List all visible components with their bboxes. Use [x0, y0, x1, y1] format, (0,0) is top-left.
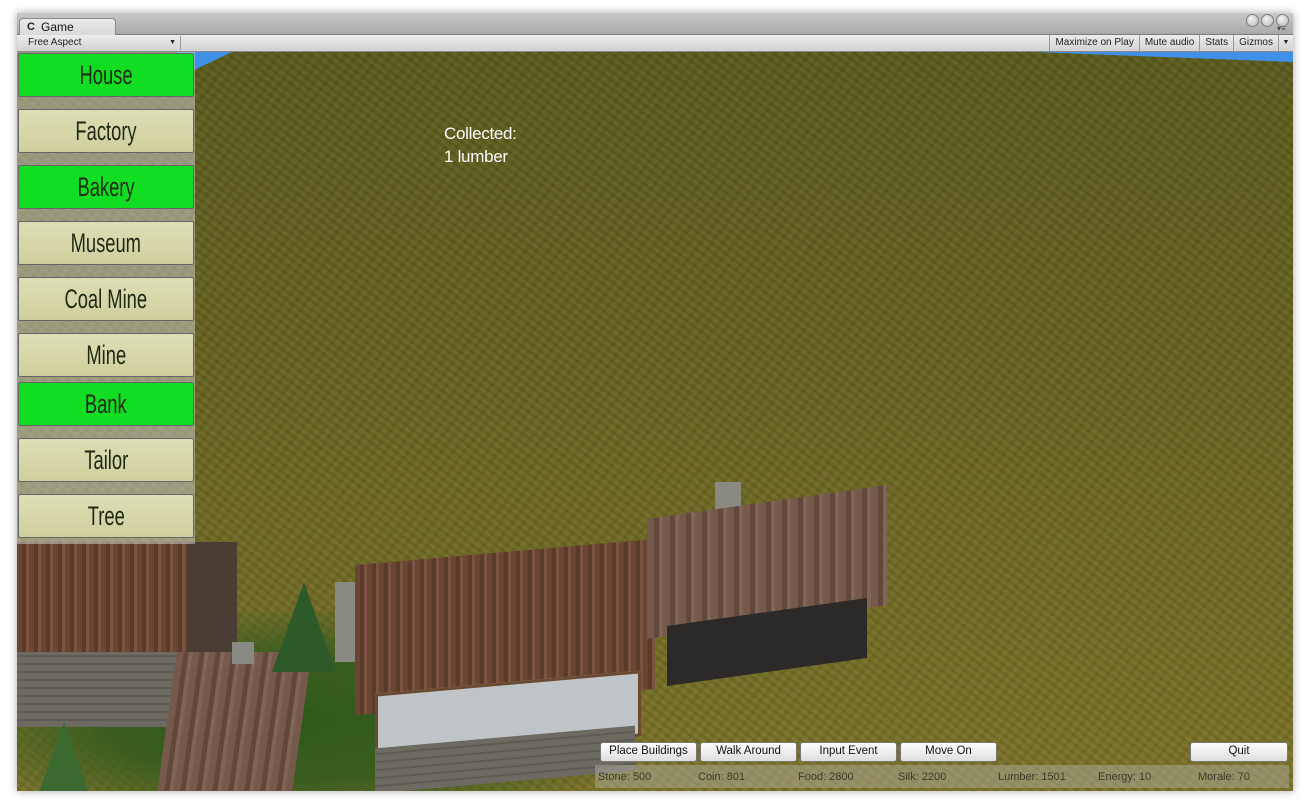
building-button-bank[interactable]: Bank	[18, 382, 194, 426]
quit-button[interactable]: Quit	[1190, 742, 1288, 762]
building-label-mine: Mine	[86, 340, 126, 370]
stone-stat: Stone: 500	[598, 771, 652, 783]
walk-around-button[interactable]: Walk Around	[700, 742, 797, 762]
morale-stat: Morale: 70	[1198, 771, 1250, 783]
building-label-bank: Bank	[85, 389, 127, 419]
aspect-label: Free Aspect	[28, 37, 82, 48]
building-button-tree[interactable]: Tree	[18, 494, 194, 538]
panel-menu-icon[interactable]: ▾≡	[1277, 25, 1289, 33]
tree-2	[32, 722, 96, 791]
building-label-house: House	[79, 60, 133, 90]
minimize-button[interactable]	[1246, 14, 1259, 27]
aspect-dropdown[interactable]: Free Aspect ▼	[22, 36, 181, 50]
stats-button[interactable]: Stats	[1199, 35, 1233, 51]
building-right	[637, 482, 887, 687]
input-event-button[interactable]: Input Event	[800, 742, 897, 762]
sky-right	[1033, 52, 1293, 62]
energy-stat: Energy: 10	[1098, 771, 1152, 783]
building-label-museum: Museum	[70, 228, 142, 258]
game-toolbar: Free Aspect ▼ Maximize on Play Mute audi…	[17, 35, 1293, 52]
window-titlebar: C Game ▾≡	[17, 13, 1293, 36]
building-label-factory: Factory	[75, 116, 137, 146]
building-button-mine[interactable]: Mine	[18, 333, 194, 377]
building-button-museum[interactable]: Museum	[18, 221, 194, 265]
collected-heading: Collected:	[444, 124, 517, 143]
gizmos-dropdown-icon[interactable]: ▼	[1278, 35, 1293, 51]
collected-notification: Collected: 1 lumber	[444, 122, 517, 168]
action-bar: Place Buildings Walk Around Input Event …	[597, 742, 1291, 762]
food-stat: Food: 2800	[798, 771, 854, 783]
building-button-factory[interactable]: Factory	[18, 109, 194, 153]
resource-bar: Stone: 500 Coin: 801 Food: 2800 Silk: 22…	[595, 765, 1289, 788]
lumber-stat: Lumber: 1501	[998, 771, 1066, 783]
building-label-tailor: Tailor	[84, 445, 128, 475]
gizmos-button[interactable]: Gizmos	[1233, 35, 1278, 51]
coin-stat: Coin: 801	[698, 771, 746, 783]
building-label-tree: Tree	[87, 501, 125, 531]
game-viewport[interactable]: House Factory Bakery Museum Coal Mine Mi…	[17, 52, 1293, 791]
game-window: C Game ▾≡ Free Aspect ▼ Maximize on Play…	[17, 13, 1293, 791]
mute-audio-button[interactable]: Mute audio	[1138, 35, 1199, 51]
building-label-bakery: Bakery	[77, 172, 135, 202]
unity-icon: C	[27, 21, 35, 33]
move-on-button[interactable]: Move On	[900, 742, 997, 762]
building-button-tailor[interactable]: Tailor	[18, 438, 194, 482]
tree-1	[272, 582, 336, 672]
silk-stat: Silk: 2200	[898, 771, 947, 783]
building-button-bakery[interactable]: Bakery	[18, 165, 194, 209]
maximize-on-play-button[interactable]: Maximize on Play	[1049, 35, 1138, 51]
zoom-button[interactable]	[1261, 14, 1274, 27]
place-buildings-button[interactable]: Place Buildings	[600, 742, 697, 762]
game-tab[interactable]: C Game	[19, 18, 116, 36]
collected-item: 1 lumber	[444, 147, 508, 166]
building-label-coal-mine: Coal Mine	[64, 284, 148, 314]
chevron-down-icon: ▼	[169, 39, 176, 46]
game-tab-label: Game	[41, 20, 74, 34]
building-button-coal-mine[interactable]: Coal Mine	[18, 277, 194, 321]
building-menu-panel: House Factory Bakery Museum Coal Mine Mi…	[17, 52, 195, 544]
building-button-house[interactable]: House	[18, 53, 194, 97]
